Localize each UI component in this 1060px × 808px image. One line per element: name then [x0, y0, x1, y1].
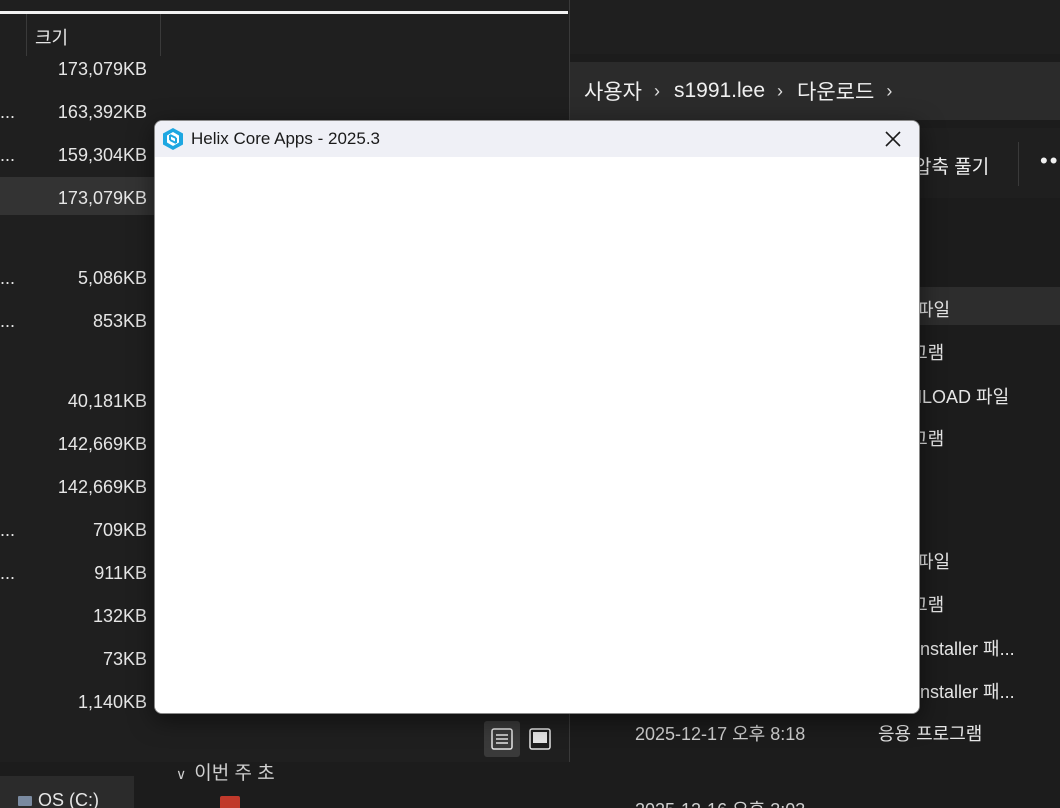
drive-icon [18, 796, 32, 806]
file-size-cell: 73KB [102, 649, 147, 669]
file-date-cell: 2025-12-16 오후 3:03 [635, 796, 805, 808]
truncated-text: ... [0, 145, 16, 165]
chevron-right-icon[interactable]: › [777, 81, 783, 102]
nav-item-os-drive[interactable]: OS (C:) [0, 776, 134, 808]
group-label: 이번 주 초 [194, 763, 275, 784]
toolbar-divider [1018, 142, 1019, 186]
helix-logo-icon [163, 128, 183, 150]
breadcrumb-item-downloads[interactable]: 다운로드 [797, 76, 874, 106]
file-size-cell: 142,669KB [57, 477, 147, 497]
truncated-text: ... [0, 563, 16, 583]
breadcrumb: 사용자 › s1991.lee › 다운로드 › [568, 62, 1060, 120]
column-divider[interactable] [160, 14, 161, 56]
large-icons-view-icon [529, 728, 551, 750]
details-view-icon [491, 728, 513, 750]
window-top-border [0, 11, 568, 14]
explorer-title-area [568, 0, 1060, 54]
large-icons-view-button[interactable] [524, 724, 556, 754]
chevron-right-icon[interactable]: › [886, 81, 892, 102]
helix-core-apps-dialog: Helix Core Apps - 2025.3 [154, 120, 920, 714]
pdf-file-icon [220, 796, 240, 808]
file-size-cell: 1,140KB [77, 692, 147, 712]
more-options-button[interactable]: •• [1040, 148, 1059, 174]
close-icon [885, 131, 901, 147]
file-size-cell: 5,086KB [77, 268, 147, 288]
breadcrumb-item-users[interactable]: 사용자 [584, 76, 642, 106]
file-size-cell: 132KB [92, 606, 147, 626]
truncated-text: ... [0, 102, 16, 122]
column-header-size[interactable]: 크기 [35, 24, 68, 50]
close-button[interactable] [879, 125, 907, 153]
file-size-cell: 163,392KB [57, 102, 147, 122]
file-size-cell: 709KB [92, 520, 147, 540]
dialog-titlebar[interactable]: Helix Core Apps - 2025.3 [155, 121, 919, 157]
file-size-cell: 853KB [92, 311, 147, 331]
file-size-cell: 142,669KB [57, 434, 147, 454]
truncated-text: ... [0, 311, 16, 331]
file-size-cell: 911KB [94, 563, 147, 583]
extract-all-button[interactable]: 압축 풀기 [914, 152, 989, 179]
dialog-title: Helix Core Apps - 2025.3 [191, 129, 380, 148]
nav-item-label: OS (C:) [38, 790, 99, 808]
chevron-down-icon: ∨ [176, 766, 187, 782]
breadcrumb-item-user[interactable]: s1991.lee [674, 79, 765, 103]
file-date-cell: 2025-12-17 오후 8:18 [635, 724, 806, 744]
file-size-cell: 40,181KB [67, 391, 147, 411]
column-divider[interactable] [26, 14, 27, 56]
chevron-right-icon[interactable]: › [654, 81, 660, 102]
dialog-content [155, 157, 919, 713]
details-view-button[interactable] [484, 721, 520, 757]
truncated-text: ... [0, 268, 16, 288]
file-type-cell: 응용 프로그램 [878, 724, 983, 744]
group-header-this-week[interactable]: ∨ 이번 주 초 [176, 758, 275, 785]
file-size-cell: 159,304KB [57, 145, 147, 165]
file-size-cell: 173,079KB [57, 59, 147, 79]
file-size-cell: 173,079KB [57, 188, 147, 208]
truncated-text: ... [0, 520, 16, 540]
